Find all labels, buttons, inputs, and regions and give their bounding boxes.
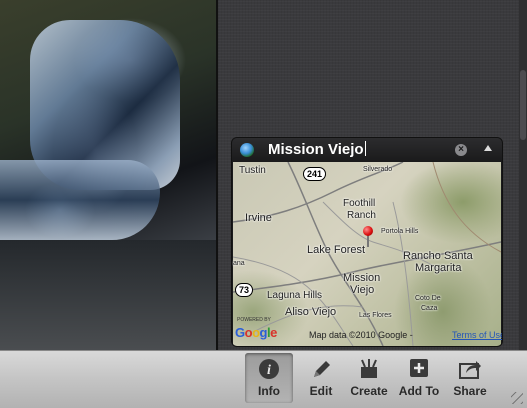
share-button[interactable]: Share	[446, 353, 494, 403]
photo-ground	[0, 240, 216, 350]
create-button[interactable]: Create	[345, 353, 393, 403]
map-label-foothill: Foothill	[343, 198, 376, 209]
terms-of-use-link[interactable]: Terms of Use	[452, 330, 502, 340]
map-attribution: Map data ©2010 Google -	[309, 330, 413, 340]
share-button-label: Share	[453, 384, 487, 398]
map-pin-needle	[367, 235, 369, 247]
map-label-margarita: Margarita	[415, 262, 462, 274]
location-search-value: Mission Viejo	[268, 141, 364, 158]
map-label-irvine: Irvine	[245, 212, 272, 224]
map-card: Mission Viejo × Tustin Silverado Foothil…	[232, 138, 502, 346]
share-icon	[459, 361, 481, 379]
map-label-ranch: Ranch	[347, 210, 376, 221]
map-label-rancho-santa: Rancho Santa	[403, 250, 473, 262]
map-header: Mission Viejo ×	[232, 138, 502, 162]
collapse-triangle-icon[interactable]	[484, 145, 492, 151]
location-search-input[interactable]: Mission Viejo	[268, 140, 448, 160]
edit-button[interactable]: Edit	[297, 353, 345, 403]
map-label-laguna-hills: Laguna Hills	[267, 290, 323, 301]
map-view[interactable]: Tustin Silverado Foothill Ranch Irvine P…	[233, 162, 502, 346]
map-label-mission: Mission	[343, 272, 381, 284]
map-label-tustin: Tustin	[239, 165, 266, 176]
scrollbar-thumb[interactable]	[520, 70, 526, 140]
google-logo-letter: o	[252, 325, 260, 340]
map-label-caza: Caza	[421, 305, 438, 312]
info-icon: i	[259, 359, 279, 379]
google-logo-letter: G	[235, 325, 245, 340]
route-shield-241: 241	[303, 167, 327, 181]
svg-text:i: i	[267, 363, 271, 378]
add-icon	[410, 359, 428, 377]
text-caret	[364, 141, 366, 156]
google-logo-letter: g	[259, 325, 268, 340]
info-button-label: Info	[258, 384, 280, 398]
add-to-button[interactable]: Add To	[395, 353, 443, 403]
pencil-icon	[314, 361, 330, 377]
create-button-label: Create	[350, 384, 388, 398]
google-logo-letter: o	[244, 325, 253, 340]
create-icon	[361, 359, 377, 378]
google-logo[interactable]: Google	[235, 325, 277, 340]
window-resize-grip[interactable]	[511, 392, 523, 404]
google-logo-letter: e	[270, 325, 277, 340]
map-label-silverado: Silverado	[363, 166, 393, 173]
map-label-aliso-viejo: Aliso Viejo	[285, 306, 337, 318]
photo-thumbnail[interactable]	[0, 0, 216, 350]
photo-chrome-detail-lower	[0, 160, 160, 240]
map-label-viejo: Viejo	[350, 284, 375, 296]
powered-by-label: POWERED BY	[237, 317, 271, 323]
map-pin-icon[interactable]	[363, 226, 373, 236]
map-label-portola-hills: Portola Hills	[381, 228, 419, 235]
scrollbar[interactable]	[519, 0, 527, 350]
info-button[interactable]: i Info	[245, 353, 293, 403]
clear-search-icon[interactable]: ×	[455, 144, 467, 156]
map-label-side-fragment: ana	[233, 260, 245, 267]
globe-icon	[240, 143, 254, 157]
add-to-button-label: Add To	[398, 384, 440, 398]
bottom-toolbar: i Info Edit Create Add To Share	[0, 350, 527, 408]
edit-button-label: Edit	[309, 384, 333, 398]
map-label-las-flores: Las Flores	[359, 312, 392, 319]
map-label-lake-forest: Lake Forest	[307, 244, 366, 256]
map-label-coto-de: Coto De	[415, 295, 441, 302]
route-shield-73: 73	[235, 283, 254, 297]
